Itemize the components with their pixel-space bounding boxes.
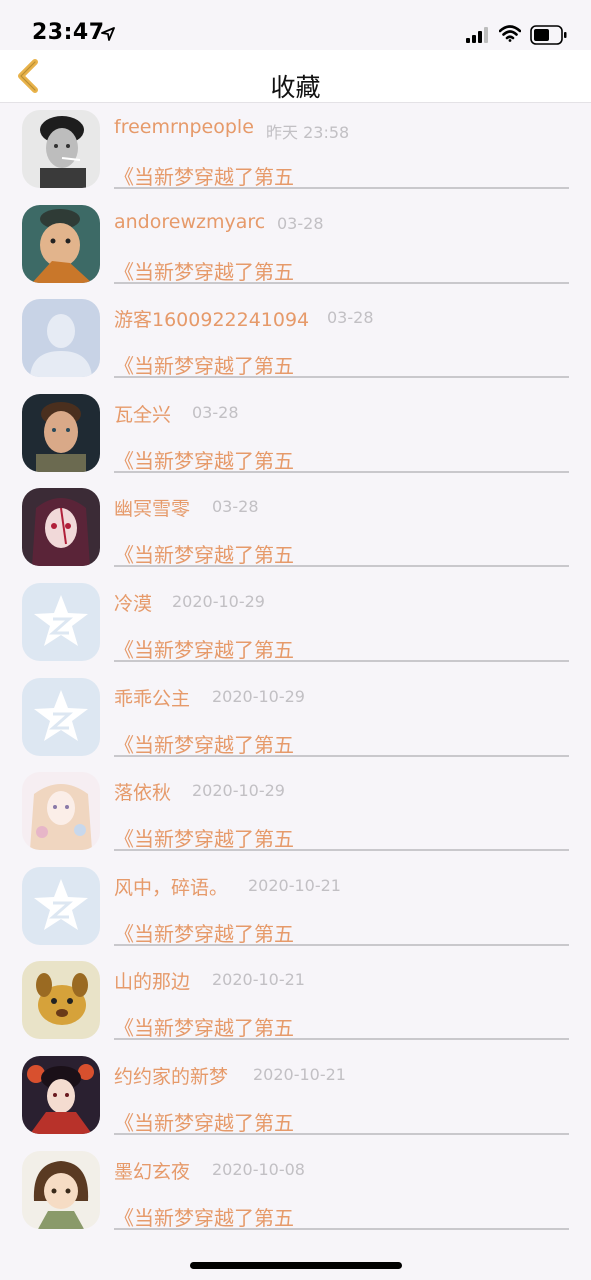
- timestamp: 2020-10-21: [253, 1065, 346, 1084]
- timestamp: 2020-10-21: [248, 875, 341, 895]
- pastel-anime-icon: [22, 772, 100, 851]
- wifi-icon: [499, 25, 521, 42]
- divider: [114, 660, 569, 662]
- username[interactable]: 乖乖公主: [114, 684, 190, 711]
- avatar[interactable]: [22, 866, 100, 945]
- avatar[interactable]: [22, 110, 100, 188]
- avatar[interactable]: [22, 677, 100, 756]
- divider: [114, 187, 569, 189]
- divider: [114, 1227, 569, 1230]
- qq-star-icon: [22, 583, 100, 661]
- list-item[interactable]: 风中，碎语。 2020-10-21 《当新梦穿越了第五: [0, 859, 591, 954]
- battery-icon: [530, 25, 567, 45]
- status-time: 23:47: [32, 20, 105, 45]
- timestamp: 03-28: [327, 308, 374, 328]
- qq-star-icon: [22, 866, 100, 945]
- avatar[interactable]: [22, 1056, 100, 1134]
- default-person-icon: [22, 299, 100, 378]
- anime-girl-icon: [22, 488, 100, 567]
- list-item[interactable]: 瓦全兴 03-28 《当新梦穿越了第五: [0, 386, 591, 481]
- divider: [114, 565, 569, 568]
- photo-bw-icon: [22, 110, 100, 188]
- username[interactable]: 幽冥雪零: [114, 494, 190, 521]
- book-title-link[interactable]: 《当新梦穿越了第五: [114, 634, 294, 663]
- username[interactable]: 墨幻玄夜: [114, 1157, 190, 1184]
- book-title-link[interactable]: 《当新梦穿越了第五: [114, 350, 294, 379]
- timestamp: 昨天 23:58: [266, 123, 350, 142]
- username[interactable]: 落依秋: [114, 778, 171, 805]
- divider: [114, 754, 569, 757]
- book-title-link[interactable]: 《当新梦穿越了第五: [114, 823, 294, 852]
- list-item[interactable]: andorewzmyarc 03-28 《当新梦穿越了第五: [0, 197, 591, 292]
- book-title-link[interactable]: 《当新梦穿越了第五: [114, 1107, 294, 1136]
- timestamp: 2020-10-29: [172, 592, 265, 611]
- page-title: 收藏: [270, 73, 321, 102]
- username[interactable]: 风中，碎语。: [114, 873, 228, 900]
- divider: [114, 376, 569, 379]
- list-item[interactable]: 游客1600922241094 03-28 《当新梦穿越了第五: [0, 291, 591, 386]
- timestamp: 03-28: [212, 497, 259, 517]
- cartoon-dog-icon: [22, 961, 100, 1040]
- timestamp: 2020-10-29: [192, 781, 285, 801]
- username[interactable]: 约约家的新梦: [114, 1062, 228, 1089]
- list-item[interactable]: 冷漠 2020-10-29 《当新梦穿越了第五: [0, 575, 591, 670]
- timestamp: 2020-10-29: [212, 686, 305, 706]
- book-title-link[interactable]: 《当新梦穿越了第五: [114, 918, 294, 947]
- qq-star-icon: [22, 677, 100, 756]
- username[interactable]: 游客1600922241094: [114, 305, 309, 332]
- book-title-link[interactable]: 《当新梦穿越了第五: [114, 161, 294, 190]
- avatar[interactable]: [22, 488, 100, 567]
- timestamp: 03-28: [192, 402, 239, 422]
- location-arrow-icon: [101, 27, 115, 41]
- list-item[interactable]: 约约家的新梦 2020-10-21 《当新梦穿越了第五: [0, 1048, 591, 1143]
- username[interactable]: freemrnpeople: [114, 116, 254, 138]
- avatar[interactable]: [22, 583, 100, 661]
- divider: [114, 849, 569, 852]
- chibi-boy-icon: [22, 1150, 100, 1229]
- username[interactable]: 瓦全兴: [114, 400, 171, 427]
- divider: [114, 1038, 569, 1041]
- book-title-link[interactable]: 《当新梦穿越了第五: [114, 445, 294, 474]
- book-title-link[interactable]: 《当新梦穿越了第五: [114, 1012, 294, 1041]
- book-title-link[interactable]: 《当新梦穿越了第五: [114, 256, 294, 285]
- character-hat-icon: [22, 204, 100, 283]
- list-item[interactable]: 落依秋 2020-10-29 《当新梦穿越了第五: [0, 764, 591, 859]
- list-item[interactable]: freemrnpeople 昨天 23:58 《当新梦穿越了第五: [0, 102, 591, 197]
- geisha-anime-icon: [22, 1056, 100, 1134]
- divider: [114, 1133, 569, 1135]
- timestamp: 2020-10-21: [212, 970, 305, 990]
- divider: [114, 281, 569, 284]
- avatar[interactable]: [22, 204, 100, 283]
- book-title-link[interactable]: 《当新梦穿越了第五: [114, 539, 294, 568]
- divider: [114, 470, 569, 473]
- status-bar: 23:47: [0, 0, 591, 50]
- navigation-bar: 收藏: [0, 50, 591, 103]
- boy-portrait-icon: [22, 393, 100, 472]
- list-item[interactable]: 山的那边 2020-10-21 《当新梦穿越了第五: [0, 953, 591, 1048]
- list-item[interactable]: 幽冥雪零 03-28 《当新梦穿越了第五: [0, 480, 591, 575]
- divider: [114, 943, 569, 946]
- list-item[interactable]: 乖乖公主 2020-10-29 《当新梦穿越了第五: [0, 670, 591, 765]
- home-indicator: [190, 1262, 402, 1269]
- signal-icon: [466, 27, 488, 43]
- avatar[interactable]: [22, 1150, 100, 1229]
- avatar[interactable]: [22, 299, 100, 378]
- username[interactable]: 山的那边: [114, 967, 190, 994]
- timestamp: 2020-10-08: [212, 1159, 305, 1179]
- avatar[interactable]: [22, 772, 100, 851]
- username[interactable]: andorewzmyarc: [114, 211, 265, 233]
- avatar[interactable]: [22, 393, 100, 472]
- avatar[interactable]: [22, 961, 100, 1040]
- timestamp: 03-28: [277, 213, 324, 233]
- book-title-link[interactable]: 《当新梦穿越了第五: [114, 729, 294, 758]
- book-title-link[interactable]: 《当新梦穿越了第五: [114, 1202, 294, 1231]
- list-item[interactable]: 墨幻玄夜 2020-10-08 《当新梦穿越了第五: [0, 1143, 591, 1238]
- username[interactable]: 冷漠: [114, 589, 152, 616]
